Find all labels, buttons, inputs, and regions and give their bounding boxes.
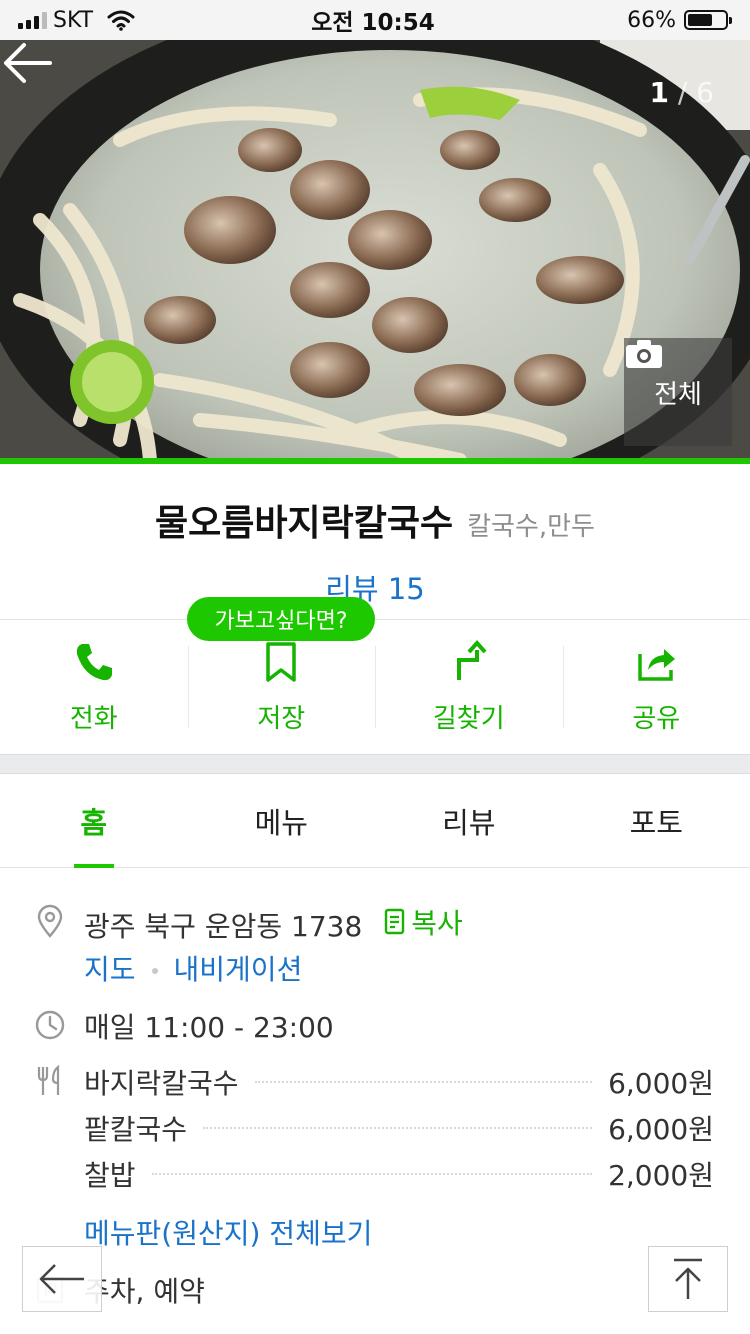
hero-photo[interactable]: 1 / 6 전체 bbox=[0, 40, 750, 460]
section-separator bbox=[0, 754, 750, 774]
location-pin-icon bbox=[37, 904, 63, 938]
menu-item-name: 찰밥 bbox=[84, 1159, 136, 1192]
clock-icon bbox=[35, 1010, 65, 1040]
save-label: 저장 bbox=[257, 703, 306, 734]
place-name: 물오름바지락칼국수 bbox=[155, 503, 454, 544]
all-photos-label: 전체 bbox=[654, 379, 702, 410]
copy-icon bbox=[384, 908, 405, 935]
directions-button[interactable]: 길찾기 bbox=[375, 620, 563, 754]
menu-item-price: 2,000원 bbox=[608, 1159, 714, 1192]
tab-bar: 홈 메뉴 리뷰 포토 bbox=[0, 774, 750, 868]
photo-counter: 1 / 6 bbox=[649, 76, 714, 109]
hours-row: 매일 11:00 - 23:00 bbox=[34, 1006, 724, 1046]
menu-dotted-leader bbox=[254, 1081, 593, 1083]
battery-percent: 66% bbox=[627, 7, 676, 33]
share-button[interactable]: 공유 bbox=[562, 620, 750, 754]
menu-item: 바지락칼국수 6,000원 bbox=[84, 1062, 714, 1102]
battery-icon bbox=[683, 10, 732, 30]
utensils-icon bbox=[37, 1064, 60, 1095]
tab-home[interactable]: 홈 bbox=[0, 774, 188, 868]
map-link[interactable]: 지도 bbox=[84, 953, 136, 986]
wifi-icon bbox=[107, 10, 135, 31]
menu-dotted-leader bbox=[203, 1127, 593, 1129]
menu-row: 바지락칼국수 6,000원 팥칼국수 6,000원 찰밥 2,000원 bbox=[34, 1062, 724, 1202]
menu-full-row: 메뉴판(원산지) 전체보기 bbox=[34, 1212, 724, 1252]
tab-menu[interactable]: 메뉴 bbox=[188, 774, 376, 867]
navigation-link[interactable]: 내비게이션 bbox=[174, 953, 303, 986]
share-label: 공유 bbox=[632, 703, 681, 734]
phone-icon bbox=[76, 643, 112, 680]
menu-item: 팥칼국수 6,000원 bbox=[84, 1108, 714, 1148]
place-header: 물오름바지락칼국수 칼국수,만두 리뷰 15 bbox=[0, 464, 750, 620]
hours-text: 매일 11:00 - 23:00 bbox=[84, 1011, 334, 1044]
all-photos-button[interactable]: 전체 bbox=[624, 338, 732, 446]
call-label: 전화 bbox=[69, 703, 118, 734]
tab-reviews[interactable]: 리뷰 bbox=[375, 774, 563, 867]
signal-icon bbox=[18, 11, 47, 29]
menu-dotted-leader bbox=[151, 1173, 593, 1175]
action-bar: 전화 저장 길찾기 공유 bbox=[0, 620, 750, 754]
address-row: 광주 북구 운암동 1738 복사 bbox=[34, 902, 724, 943]
arrow-up-icon bbox=[674, 1258, 702, 1299]
back-arrow-icon bbox=[39, 1264, 84, 1294]
menu-item-price: 6,000원 bbox=[608, 1067, 714, 1100]
facilities-row: 주차, 예약 bbox=[34, 1270, 724, 1310]
camera-icon bbox=[626, 340, 662, 368]
browser-back-button[interactable] bbox=[22, 1246, 102, 1312]
back-arrow-icon[interactable] bbox=[0, 40, 54, 86]
separator-dot bbox=[151, 968, 158, 974]
menu-item: 찰밥 2,000원 bbox=[84, 1154, 714, 1194]
menu-item-name: 바지락칼국수 bbox=[84, 1067, 239, 1100]
address-text: 광주 북구 운암동 1738 bbox=[84, 910, 363, 943]
scroll-top-button[interactable] bbox=[648, 1246, 728, 1312]
clock: 오전 10:54 bbox=[311, 10, 435, 36]
bookmark-icon bbox=[266, 641, 296, 682]
carrier-label: SKT bbox=[53, 7, 94, 33]
call-button[interactable]: 전화 bbox=[0, 620, 188, 754]
copy-label: 복사 bbox=[411, 907, 463, 940]
place-category: 칼국수,만두 bbox=[467, 512, 595, 542]
menu-item-price: 6,000원 bbox=[608, 1113, 714, 1146]
status-bar: SKT 오전 10:54 66% bbox=[0, 0, 750, 40]
tab-photos[interactable]: 포토 bbox=[563, 774, 750, 867]
menu-item-name: 팥칼국수 bbox=[84, 1113, 188, 1146]
copy-address-button[interactable]: 복사 bbox=[383, 902, 463, 942]
directions-icon bbox=[456, 639, 487, 680]
share-icon bbox=[638, 648, 676, 681]
map-links-row: 지도 내비게이션 bbox=[34, 948, 724, 988]
save-tooltip: 가보고싶다면? bbox=[187, 597, 375, 641]
facilities-text: 주차, 예약 bbox=[84, 1275, 205, 1308]
directions-label: 길찾기 bbox=[432, 703, 505, 734]
menu-full-link[interactable]: 메뉴판(원산지) 전체보기 bbox=[84, 1212, 372, 1252]
